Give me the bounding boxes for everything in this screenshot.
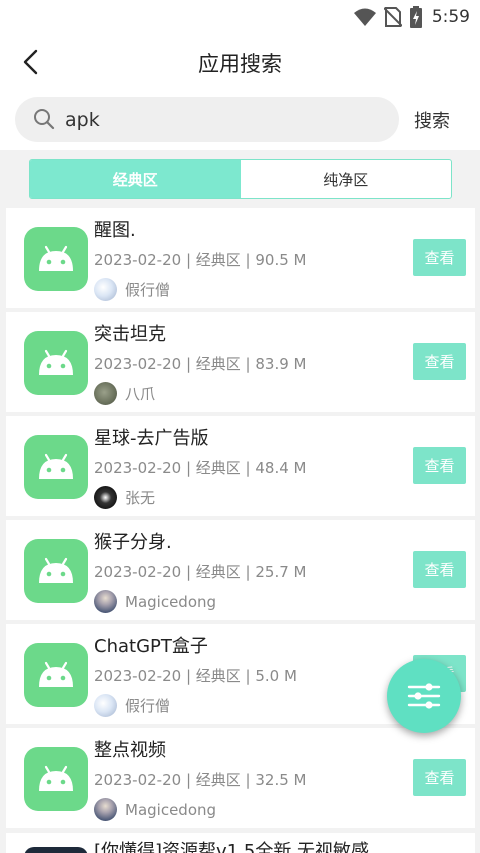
app-header: 应用搜索 xyxy=(0,34,480,90)
app-meta: 2023-02-20 | 经典区 | 5.0 M xyxy=(94,667,297,685)
app-icon xyxy=(24,747,88,811)
avatar xyxy=(94,694,117,717)
tab-classic-zone[interactable]: 经典区 xyxy=(30,160,241,198)
search-button[interactable]: 搜索 xyxy=(414,107,450,133)
view-button[interactable]: 查看 xyxy=(413,759,466,796)
view-button[interactable]: 查看 xyxy=(413,239,466,276)
list-item[interactable]: 突击坦克 2023-02-20 | 经典区 | 83.9 M 八爪 查看 xyxy=(6,312,475,412)
android-icon xyxy=(39,557,73,583)
view-button[interactable]: 查看 xyxy=(413,343,466,380)
app-icon xyxy=(24,435,88,499)
app-icon xyxy=(24,227,88,291)
tab-pure-zone[interactable]: 纯净区 xyxy=(241,160,452,198)
app-name: [你懂得]资源帮v1.5全新 无视敏感 xyxy=(94,841,370,853)
app-meta: 2023-02-20 | 经典区 | 32.5 M xyxy=(94,771,307,789)
author-row: Magicedong xyxy=(94,590,216,613)
avatar xyxy=(94,382,117,405)
app-name: 突击坦克 xyxy=(94,324,166,345)
app-meta: 2023-02-20 | 经典区 | 25.7 M xyxy=(94,563,307,581)
view-button[interactable]: 查看 xyxy=(413,551,466,588)
author-name: 张无 xyxy=(125,489,156,507)
app-icon xyxy=(24,847,88,853)
app-icon xyxy=(24,539,88,603)
app-name: ChatGPT盒子 xyxy=(94,636,208,657)
filter-icon xyxy=(407,683,441,709)
status-time: 5:59 xyxy=(431,7,470,27)
avatar xyxy=(94,486,117,509)
app-meta: 2023-02-20 | 经典区 | 48.4 M xyxy=(94,459,307,477)
author-row: 张无 xyxy=(94,486,155,509)
app-name: 猴子分身. xyxy=(94,532,172,553)
author-row: Magicedong xyxy=(94,798,216,821)
view-button[interactable]: 查看 xyxy=(413,447,466,484)
author-row: 八爪 xyxy=(94,382,155,405)
search-box[interactable] xyxy=(15,97,399,142)
author-name: Magicedong xyxy=(125,592,217,611)
author-name: 假行僧 xyxy=(125,281,171,299)
status-icons: 5:59 xyxy=(353,6,470,28)
list-item[interactable]: 猴子分身. 2023-02-20 | 经典区 | 25.7 M Magicedo… xyxy=(6,520,475,620)
android-icon xyxy=(39,349,73,375)
app-name: 整点视频 xyxy=(94,740,166,761)
app-icon xyxy=(24,331,88,395)
search-input[interactable] xyxy=(65,97,385,142)
battery-icon xyxy=(409,6,422,28)
android-icon xyxy=(39,765,73,791)
author-name: Magicedong xyxy=(125,800,217,819)
list-item[interactable]: 整点视频 2023-02-20 | 经典区 | 32.5 M Magicedon… xyxy=(6,728,475,828)
android-icon xyxy=(39,245,73,271)
author-name: 假行僧 xyxy=(125,697,171,715)
list-item[interactable]: 醒图. 2023-02-20 | 经典区 | 90.5 M 假行僧 查看 xyxy=(6,208,475,308)
filter-button[interactable] xyxy=(387,659,461,733)
avatar xyxy=(94,590,117,613)
avatar xyxy=(94,798,117,821)
wifi-icon xyxy=(353,8,376,26)
avatar xyxy=(94,278,117,301)
app-name: 醒图. xyxy=(94,220,136,241)
author-row: 假行僧 xyxy=(94,694,170,717)
app-meta: 2023-02-20 | 经典区 | 83.9 M xyxy=(94,355,307,373)
search-area: 搜索 xyxy=(0,90,480,150)
status-bar: 5:59 xyxy=(0,0,480,34)
app-name: 星球-去广告版 xyxy=(94,428,209,449)
app-icon xyxy=(24,643,88,707)
page-title: 应用搜索 xyxy=(198,52,282,76)
app-meta: 2023-02-20 | 经典区 | 90.5 M xyxy=(94,251,307,269)
android-icon xyxy=(39,661,73,687)
author-row: 假行僧 xyxy=(94,278,170,301)
list-item[interactable]: [你懂得]资源帮v1.5全新 无视敏感 xyxy=(6,833,475,853)
android-icon xyxy=(39,453,73,479)
zone-tabs: 经典区 纯净区 xyxy=(29,159,452,199)
list-item[interactable]: 星球-去广告版 2023-02-20 | 经典区 | 48.4 M 张无 查看 xyxy=(6,416,475,516)
search-icon xyxy=(33,108,55,130)
author-name: 八爪 xyxy=(125,385,156,403)
no-sim-icon xyxy=(383,7,402,27)
